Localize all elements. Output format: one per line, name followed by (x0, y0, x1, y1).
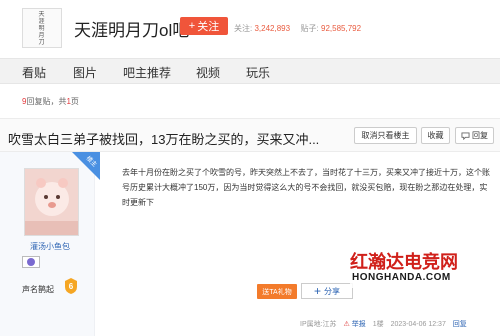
followers-label: 关注: (234, 24, 253, 33)
tab-videos[interactable]: 视频 (196, 64, 220, 81)
reply-button[interactable]: 回复 (455, 127, 494, 144)
report-link[interactable]: 举报 (352, 321, 366, 328)
share-label: 分享 (324, 286, 340, 296)
avatar[interactable] (24, 168, 79, 236)
watermark-url: HONGHANDA.COM (352, 272, 451, 283)
share-button[interactable]: + 分享 (301, 283, 353, 299)
logo-char: 涯 (38, 17, 46, 25)
followers-count: 3,242,893 (254, 24, 291, 33)
posts-count: 92,585,792 (321, 24, 362, 33)
plus-icon: + (188, 20, 196, 32)
title-badge-label: 声名鹊起 (22, 285, 54, 294)
send-gift-button[interactable]: 送TA礼物 (257, 284, 297, 299)
follow-label: 关注 (197, 21, 220, 33)
logo-char: 明 (38, 24, 46, 32)
forum-stats: 关注: 3,242,893 贴子: 92,585,792 (234, 23, 361, 34)
follow-button[interactable]: + 关注 (180, 17, 228, 35)
logo-char: 刀 (38, 38, 46, 46)
post-datetime: 2023-04-06 12:37 (390, 321, 446, 328)
forum-logo[interactable]: 天 涯 明 月 刀 (22, 8, 62, 48)
ip-location: IP属地:江苏 (300, 321, 337, 328)
author-name[interactable]: 灌汤小鱼包 (30, 241, 70, 252)
post-meta: IP属地:江苏 ⚠ 举报 1楼 2023-04-06 12:37 回复 (300, 319, 467, 329)
logo-char: 月 (38, 31, 46, 39)
tab-recommended[interactable]: 吧主推荐 (123, 64, 171, 81)
report-icon: ⚠ (343, 321, 350, 328)
chat-icon (461, 131, 470, 140)
tab-games[interactable]: 玩乐 (246, 64, 270, 81)
forum-nav: 看贴 图片 吧主推荐 视频 玩乐 (0, 58, 500, 84)
reply-link[interactable]: 回复 (453, 321, 467, 328)
watermark: 红瀚达电竞网 HONGHANDA.COM (350, 248, 496, 288)
level-icon (27, 258, 35, 266)
avatar-image (25, 169, 78, 235)
posts-label: 贴子: (300, 24, 319, 33)
thread-title-bar: 吹雪太白三弟子被找回，13万在盼之买的，买来又冲... 取消只看楼主 收藏 回复 (0, 118, 500, 152)
reply-button-label: 回复 (472, 131, 488, 140)
plus-icon: + (313, 284, 321, 298)
title-badge-icon[interactable]: 6 (64, 278, 78, 294)
reply-info-bar: 9回复贴，共1页 (0, 84, 500, 118)
post-floor-1: 灌汤小鱼包 声名鹊起 6 楼主 去年十月份在盼之买了个吹雪的号，昨天突然上不去了… (0, 152, 500, 336)
level-badge[interactable] (22, 256, 40, 268)
forum-name[interactable]: 天涯明月刀ol吧 (74, 16, 189, 41)
reply-count-info: 9回复贴，共1页 (22, 96, 79, 107)
favorite-button[interactable]: 收藏 (421, 127, 450, 144)
forum-header: 天 涯 明 月 刀 天涯明月刀ol吧 + 关注 关注: 3,242,893 贴子… (0, 0, 500, 58)
watermark-title: 红瀚达电竞网 (350, 252, 458, 273)
floor-number: 1楼 (372, 321, 384, 328)
logo-char: 天 (38, 10, 46, 18)
page-count-suffix: 页 (70, 97, 79, 106)
tab-images[interactable]: 图片 (73, 64, 97, 81)
reply-count-suffix: 回复贴，共 (26, 97, 67, 106)
thread-title: 吹雪太白三弟子被找回，13万在盼之买的，买来又冲... (8, 132, 320, 147)
only-op-button[interactable]: 取消只看楼主 (354, 127, 417, 144)
tab-posts[interactable]: 看贴 (22, 64, 46, 81)
post-content: 去年十月份在盼之买了个吹雪的号，昨天突然上不去了，当时花了十三万，买来又冲了接近… (122, 168, 490, 207)
badge-level: 6 (69, 282, 74, 291)
op-badge: 楼主 (72, 152, 100, 180)
